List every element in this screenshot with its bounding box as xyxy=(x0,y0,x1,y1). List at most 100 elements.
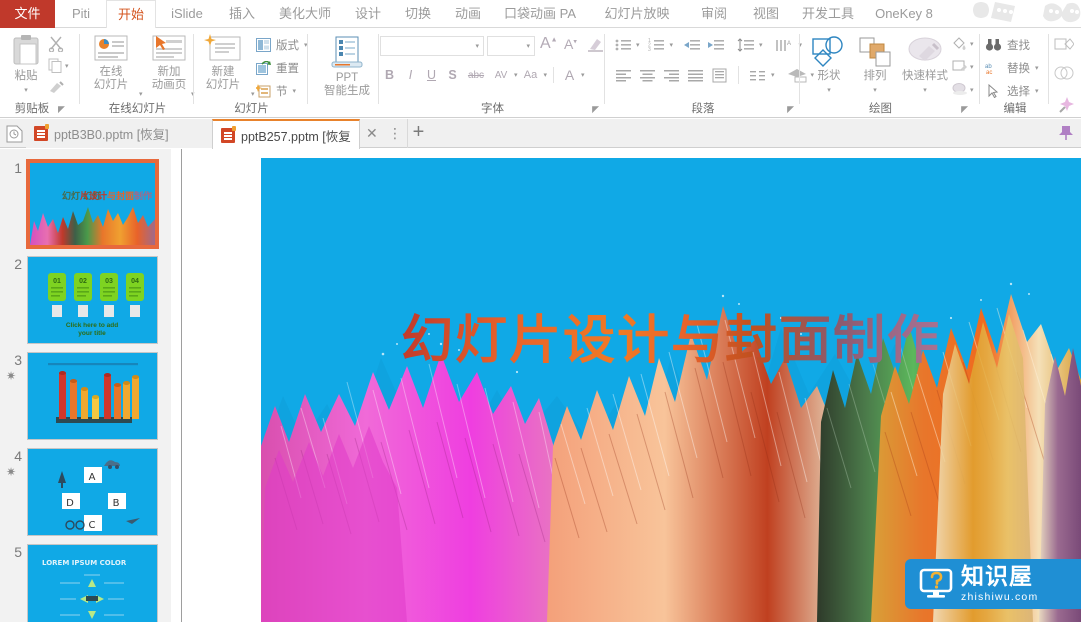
bullets-button[interactable] xyxy=(612,36,634,54)
find-button[interactable]: 查找 xyxy=(985,36,1033,54)
shape-fill-caret-icon[interactable]: ▾ xyxy=(970,40,974,48)
menu-item-transitions[interactable]: 切换 xyxy=(394,0,442,28)
align-left-button[interactable] xyxy=(612,66,634,84)
grow-font-button[interactable]: A▲ xyxy=(540,35,558,53)
merge-shapes-icon[interactable] xyxy=(1054,38,1074,61)
font-name-caret-icon[interactable]: ▾ xyxy=(475,42,479,50)
ppt-smart-generate-button[interactable]: PPT 智能生成 xyxy=(319,36,375,98)
reset-button[interactable]: 重置 xyxy=(256,59,302,77)
add-animation-page-button[interactable]: 新加 动画页 xyxy=(143,34,195,92)
shrink-font-button[interactable]: A▾ xyxy=(564,36,577,52)
font-name-input[interactable]: ▾ xyxy=(380,36,484,56)
paste-caret-icon[interactable]: ▾ xyxy=(24,87,28,94)
menu-item-file[interactable]: 文件 xyxy=(0,0,55,28)
quick-styles-caret-icon[interactable]: ▾ xyxy=(923,87,927,94)
numbering-caret-icon[interactable]: ▾ xyxy=(670,41,674,49)
line-spacing-button[interactable] xyxy=(735,36,757,54)
shape-effects-caret-icon[interactable]: ▾ xyxy=(970,86,974,94)
font-color-caret-icon[interactable]: ▾ xyxy=(581,71,585,79)
shapes-button[interactable]: 形状 ▾ xyxy=(807,36,851,97)
font-dialog-launcher[interactable]: ◤ xyxy=(592,104,599,115)
menu-item-slideshow[interactable]: 幻灯片放映 xyxy=(592,0,682,28)
align-center-button[interactable] xyxy=(636,66,658,84)
menu-item-review[interactable]: 审阅 xyxy=(690,0,738,28)
decrease-indent-button[interactable] xyxy=(681,36,703,54)
numbering-button[interactable]: 123 xyxy=(646,36,668,54)
italic-button[interactable]: I xyxy=(401,66,420,84)
font-size-caret-icon[interactable]: ▾ xyxy=(526,42,530,50)
char-spacing-caret-icon[interactable]: ▾ xyxy=(514,71,518,79)
font-color-button[interactable]: A xyxy=(560,66,579,84)
increase-indent-button[interactable] xyxy=(705,36,727,54)
slide-title[interactable]: 幻灯片设计与封面制作 xyxy=(261,298,1081,373)
thumbnail-item-2[interactable]: 2 01 02 xyxy=(0,256,171,348)
close-tab-button[interactable]: ✕ xyxy=(366,119,378,148)
bold-button[interactable]: B xyxy=(380,66,399,84)
tab-more-button[interactable]: ⋮ xyxy=(388,119,402,148)
pin-ribbon-icon[interactable] xyxy=(1057,124,1075,147)
menu-item-onekey8[interactable]: OneKey 8 xyxy=(866,0,942,28)
arrange-button[interactable]: 排列 ▾ xyxy=(853,36,897,97)
text-direction-button[interactable]: A xyxy=(773,36,797,54)
shape-outline-caret-icon[interactable]: ▾ xyxy=(970,63,974,71)
menu-item-view[interactable]: 视图 xyxy=(742,0,790,28)
underline-button[interactable]: U xyxy=(422,66,441,84)
select-caret-icon[interactable]: ▾ xyxy=(1035,87,1039,95)
change-case-caret-icon[interactable]: ▾ xyxy=(544,71,548,79)
online-slides-caret-icon[interactable]: ▾ xyxy=(139,90,143,98)
align-right-button[interactable] xyxy=(660,66,682,84)
clear-formatting-button[interactable] xyxy=(587,36,604,58)
text-shadow-button[interactable]: S xyxy=(443,66,462,84)
section-button[interactable]: 节 ▾ xyxy=(256,82,296,100)
new-tab-button[interactable]: + xyxy=(407,119,429,148)
replace-caret-icon[interactable]: ▾ xyxy=(1035,64,1039,72)
thumbnail-canvas-5[interactable]: LOREM IPSUM COLOR xyxy=(27,544,158,622)
clipboard-dialog-launcher[interactable]: ◤ xyxy=(58,104,65,115)
thumbnail-item-4[interactable]: 4 ✷ A D B C xyxy=(0,448,171,540)
menu-item-pocket-animation[interactable]: 口袋动画 PA xyxy=(494,0,586,28)
distribute-columns-button[interactable] xyxy=(708,66,730,84)
arrange-caret-icon[interactable]: ▾ xyxy=(873,87,877,94)
menu-item-design[interactable]: 设计 xyxy=(344,0,392,28)
document-tab-2[interactable]: pptB257.pptm [恢复 xyxy=(212,119,360,149)
font-size-input[interactable]: ▾ xyxy=(487,36,535,56)
copy-button[interactable]: ▾ xyxy=(48,58,69,73)
cut-button[interactable] xyxy=(48,36,65,57)
thumbnail-item-3[interactable]: 3 ✷ xyxy=(0,352,171,444)
online-slides-button[interactable]: 在线 幻灯片 xyxy=(85,34,137,92)
document-tab-1[interactable]: pptB3B0.pptm [恢复] xyxy=(26,119,212,148)
thumbnail-item-1[interactable]: 1 幻灯 . 幻灯 片设计 与封面 制作 xyxy=(0,160,171,252)
menu-item-piti[interactable]: Piti xyxy=(57,0,105,28)
new-slide-button[interactable]: 新建 幻灯片 xyxy=(197,34,249,92)
shape-fill-button[interactable]: ▾ xyxy=(951,36,974,51)
layout-button[interactable]: 版式 ▾ xyxy=(256,36,308,54)
strikethrough-button[interactable]: abc xyxy=(464,66,488,84)
menu-item-home[interactable]: 开始 xyxy=(106,0,156,29)
thumbnail-canvas-3[interactable] xyxy=(27,352,158,440)
menu-item-animations[interactable]: 动画 xyxy=(444,0,492,28)
line-spacing-caret-icon[interactable]: ▾ xyxy=(759,41,763,49)
active-slide-canvas[interactable]: 幻灯片设计与封面制作 知识屋 zhishiwu.com xyxy=(261,158,1081,622)
paste-button[interactable]: 粘贴 ▾ xyxy=(6,34,46,97)
change-case-button[interactable]: Aa xyxy=(520,66,542,84)
thumbnail-item-5[interactable]: 5 LOREM IPSUM COLOR xyxy=(0,544,171,622)
quick-styles-button[interactable]: 快速样式 ▾ xyxy=(899,36,951,97)
new-slide-caret-icon[interactable]: ▾ xyxy=(251,90,255,98)
character-spacing-button[interactable]: AV xyxy=(490,66,512,84)
bullets-caret-icon[interactable]: ▾ xyxy=(636,41,640,49)
select-button[interactable]: 选择 ▾ xyxy=(985,82,1039,100)
shape-effects-button[interactable]: ▾ xyxy=(951,82,974,97)
shape-outline-button[interactable]: ▾ xyxy=(951,59,974,74)
section-caret-icon[interactable]: ▾ xyxy=(293,87,297,95)
replace-button[interactable]: ab ac 替换 ▾ xyxy=(985,59,1039,77)
combine-shapes-icon[interactable] xyxy=(1054,64,1074,87)
columns-caret-icon[interactable]: ▾ xyxy=(771,71,775,79)
columns-button[interactable] xyxy=(747,66,769,84)
drawing-dialog-launcher[interactable]: ◤ xyxy=(961,104,968,115)
menu-item-beautify-master[interactable]: 美化大师 xyxy=(268,0,342,28)
copy-caret-icon[interactable]: ▾ xyxy=(65,62,69,70)
menu-item-developer[interactable]: 开发工具 xyxy=(794,0,860,28)
shapes-caret-icon[interactable]: ▾ xyxy=(827,87,831,94)
slide-thumbnail-panel[interactable]: 1 幻灯 . 幻灯 片设计 与封面 制作 xyxy=(0,149,171,622)
thumbnail-canvas-1[interactable]: 幻灯 . 幻灯 片设计 与封面 制作 xyxy=(27,160,158,248)
